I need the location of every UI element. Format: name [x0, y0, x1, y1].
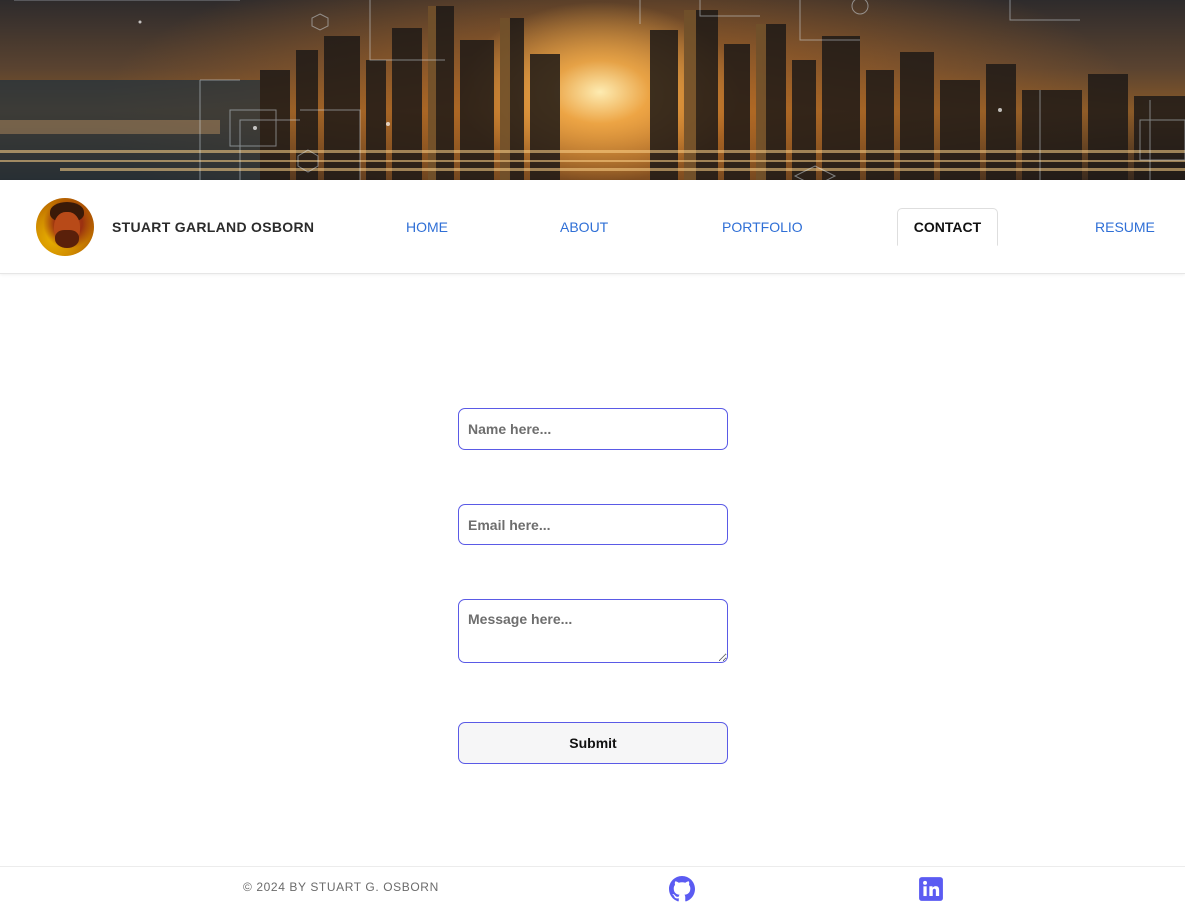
nav-resume-link[interactable]: RESUME	[1095, 219, 1155, 235]
name-input[interactable]	[458, 408, 728, 450]
submit-button[interactable]: Submit	[458, 722, 728, 764]
linkedin-icon[interactable]	[918, 876, 944, 902]
city-skyline-graphic	[0, 0, 1185, 180]
site-header: STUART GARLAND OSBORN HOME ABOUT PORTFOL…	[0, 180, 1185, 274]
nav-contact-link-active[interactable]: CONTACT	[897, 208, 998, 246]
hero-banner-image	[0, 0, 1185, 180]
avatar	[36, 198, 94, 256]
nav-portfolio-link[interactable]: PORTFOLIO	[722, 219, 803, 235]
nav-home-link[interactable]: HOME	[406, 219, 448, 235]
copyright-text: © 2024 BY STUART G. OSBORN	[243, 880, 439, 894]
site-title: STUART GARLAND OSBORN	[112, 219, 315, 235]
message-textarea[interactable]	[458, 599, 728, 663]
github-icon[interactable]	[669, 876, 695, 902]
email-input[interactable]	[458, 504, 728, 545]
site-footer: © 2024 BY STUART G. OSBORN	[0, 866, 1185, 920]
nav-about-link[interactable]: ABOUT	[560, 219, 608, 235]
